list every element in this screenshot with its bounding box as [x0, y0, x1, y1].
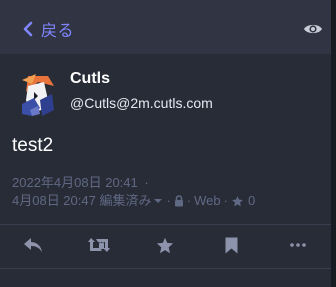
boost-button[interactable] — [88, 236, 111, 254]
eye-icon[interactable] — [303, 21, 323, 37]
account-handle[interactable]: @Cutls@2m.cutls.com — [70, 95, 213, 111]
detailed-status-panel: 戻る Cutls @Cutls@2m.cutls.com test2 2022年… — [0, 0, 331, 287]
back-label: 戻る — [41, 21, 75, 40]
meta-separator: · — [223, 193, 228, 208]
favourites-count[interactable]: 0 — [248, 192, 255, 210]
bookmark-icon — [225, 237, 238, 253]
ellipsis-icon — [290, 243, 306, 247]
application-name[interactable]: Web — [194, 192, 221, 210]
star-icon — [232, 195, 243, 206]
avatar[interactable] — [18, 70, 58, 118]
status-content: test2 — [12, 135, 54, 156]
created-timestamp[interactable]: 2022年4月08日 20:41 — [12, 175, 138, 190]
divider — [0, 268, 331, 269]
back-button[interactable]: 戻る — [22, 18, 74, 40]
meta-separator: · — [166, 193, 171, 208]
meta-separator: · — [144, 175, 149, 190]
reply-button[interactable] — [22, 236, 44, 254]
lock-icon — [174, 195, 183, 207]
edited-timestamp[interactable]: 4月08日 20:47 編集済み — [12, 192, 151, 210]
bookmark-button[interactable] — [221, 236, 243, 254]
column-header: 戻る — [0, 0, 331, 54]
scrollbar-track[interactable] — [331, 0, 336, 287]
star-icon — [157, 237, 174, 253]
status-meta: 2022年4月08日 20:41 · 4月08日 20:47 編集済み · · … — [12, 174, 322, 210]
chevron-left-icon — [23, 21, 33, 37]
reply-icon — [24, 238, 43, 252]
boost-icon — [88, 238, 111, 252]
caret-down-icon[interactable] — [153, 197, 163, 205]
meta-separator: · — [186, 193, 192, 208]
action-bar — [0, 225, 331, 265]
display-name[interactable]: Cutls — [70, 70, 110, 88]
favourite-button[interactable] — [154, 236, 176, 254]
more-button[interactable] — [287, 236, 309, 254]
